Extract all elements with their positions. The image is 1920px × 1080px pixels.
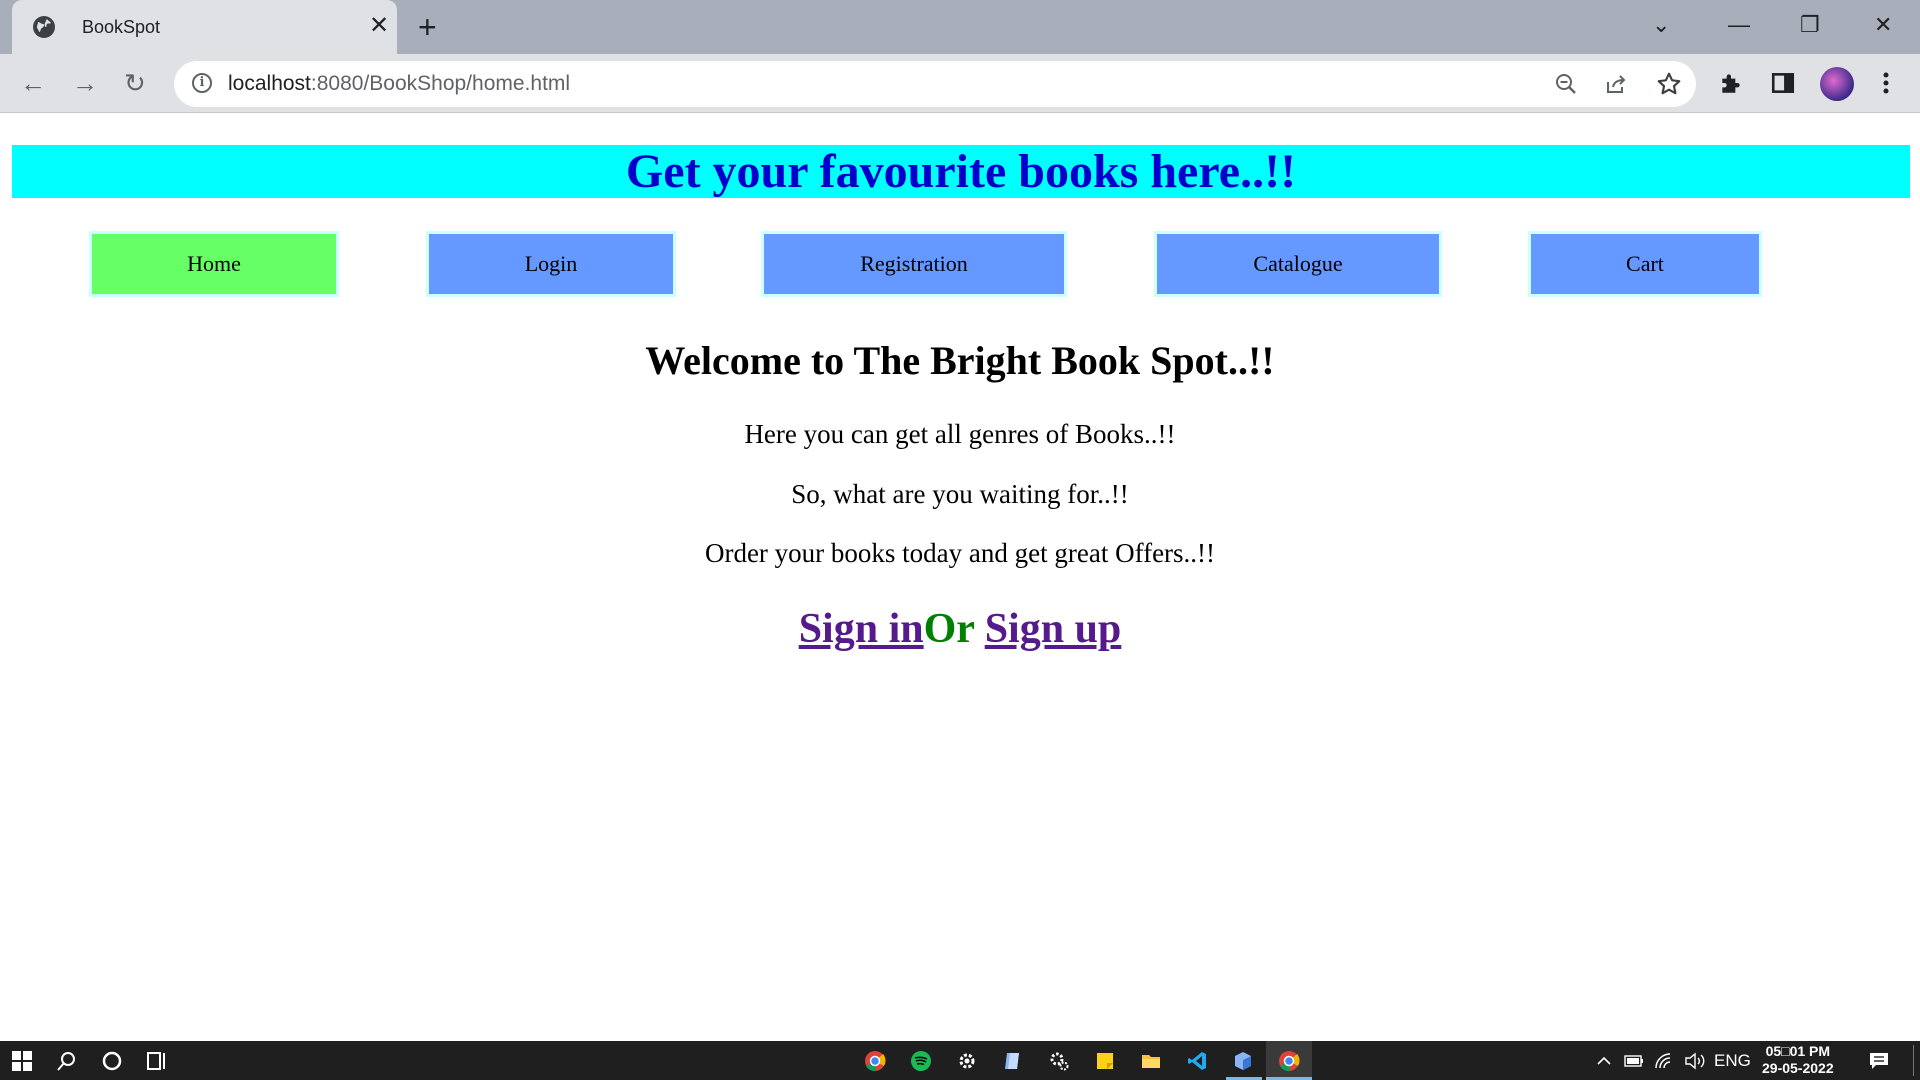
nav-cart-button[interactable]: Cart: [1528, 231, 1762, 297]
globe-icon: [33, 16, 55, 38]
nav-catalogue-button[interactable]: Catalogue: [1154, 231, 1442, 297]
tab-bookspot[interactable]: BookSpot ✕: [12, 0, 397, 54]
tab-close-icon[interactable]: ✕: [369, 13, 389, 39]
chrome-active-tile[interactable]: [1266, 1041, 1312, 1080]
sign-row: Sign inOr Sign up: [0, 603, 1920, 655]
notebook-app-icon[interactable]: [1002, 1050, 1024, 1072]
close-window-button[interactable]: ✕: [1874, 12, 1892, 38]
settings-gear-icon[interactable]: [956, 1050, 978, 1072]
url-text[interactable]: localhost:8080/BookShop/home.html: [228, 71, 570, 97]
intro-line-2: So, what are you waiting for..!!: [791, 479, 1129, 509]
sign-in-link[interactable]: Sign in: [799, 606, 924, 652]
volume-icon[interactable]: [1684, 1052, 1706, 1070]
tab-search-chevron-icon[interactable]: ⌄: [1652, 12, 1670, 38]
forward-button[interactable]: →: [72, 68, 98, 98]
virtualbox-icon[interactable]: [1232, 1050, 1254, 1072]
url-path: :8080/BookShop/home.html: [310, 72, 571, 95]
windows-start-icon[interactable]: [12, 1051, 32, 1071]
nav-home-button[interactable]: Home: [89, 231, 339, 297]
nav-login-label: Login: [524, 251, 578, 276]
chrome-icon[interactable]: [864, 1050, 886, 1072]
search-icon[interactable]: [56, 1050, 78, 1072]
spotify-icon[interactable]: [910, 1050, 932, 1072]
clock[interactable]: 05□01 PM 29-05-2022: [1762, 1043, 1834, 1077]
nav-home-label: Home: [187, 251, 241, 276]
url-host: localhost: [228, 72, 311, 95]
address-bar[interactable]: i localhost:8080/BookShop/home.html: [174, 61, 1696, 107]
system-gear-icon[interactable]: [1048, 1050, 1070, 1072]
chevron-up-icon[interactable]: [1596, 1053, 1612, 1069]
clock-time: 05□01 PM: [1765, 1043, 1831, 1059]
file-explorer-icon[interactable]: [1140, 1050, 1162, 1072]
share-icon[interactable]: [1604, 72, 1628, 96]
language-indicator[interactable]: ENG: [1714, 1051, 1751, 1071]
nav-cart-label: Cart: [1626, 251, 1664, 276]
intro-line-3: Order your books today and get great Off…: [704, 538, 1216, 568]
zoom-out-icon[interactable]: [1554, 72, 1578, 96]
nav-login-button[interactable]: Login: [426, 231, 676, 297]
minimize-button[interactable]: —: [1728, 12, 1750, 38]
or-text: Or: [923, 606, 975, 652]
banner-heading: Get your favourite books here..!!: [625, 145, 1297, 198]
sticky-notes-icon[interactable]: [1094, 1050, 1116, 1072]
restore-button[interactable]: ❐: [1800, 12, 1820, 38]
page-viewport: Get your favourite books here..!! Home L…: [0, 113, 1920, 1041]
intro-line-1: Here you can get all genres of Books..!!: [744, 419, 1176, 449]
vscode-icon[interactable]: [1186, 1050, 1208, 1072]
tab-strip: BookSpot ✕ + ⌄ — ❐ ✕: [0, 0, 1920, 54]
show-desktop-divider[interactable]: [1913, 1045, 1914, 1076]
site-info-icon[interactable]: i: [192, 73, 212, 93]
tab-title: BookSpot: [82, 17, 161, 37]
puzzle-icon[interactable]: [1718, 70, 1744, 96]
task-view-icon[interactable]: [146, 1050, 168, 1072]
clock-date: 29-05-2022: [1762, 1060, 1834, 1076]
nav-catalogue-label: Catalogue: [1253, 251, 1343, 276]
bookmark-star-icon[interactable]: [1656, 71, 1682, 97]
profile-avatar[interactable]: [1820, 67, 1854, 101]
kebab-menu-icon[interactable]: [1876, 70, 1896, 96]
nav-registration-label: Registration: [860, 251, 968, 276]
wifi-icon[interactable]: [1654, 1052, 1674, 1070]
windows-taskbar: ENG 05□01 PM 29-05-2022: [0, 1041, 1920, 1080]
back-button[interactable]: ←: [20, 68, 46, 98]
welcome-heading: Welcome to The Bright Book Spot..!!: [645, 338, 1275, 383]
chrome-icon: [1279, 1051, 1300, 1072]
reload-button[interactable]: ↻: [124, 68, 146, 98]
sign-up-link[interactable]: Sign up: [985, 606, 1122, 652]
new-tab-button[interactable]: +: [418, 11, 437, 43]
notification-center-icon[interactable]: [1868, 1051, 1890, 1071]
cortana-icon[interactable]: [101, 1050, 123, 1072]
header-banner: Get your favourite books here..!!: [12, 145, 1910, 198]
nav-registration-button[interactable]: Registration: [761, 231, 1067, 297]
side-panel-icon[interactable]: [1770, 70, 1796, 96]
battery-icon[interactable]: [1624, 1054, 1644, 1068]
